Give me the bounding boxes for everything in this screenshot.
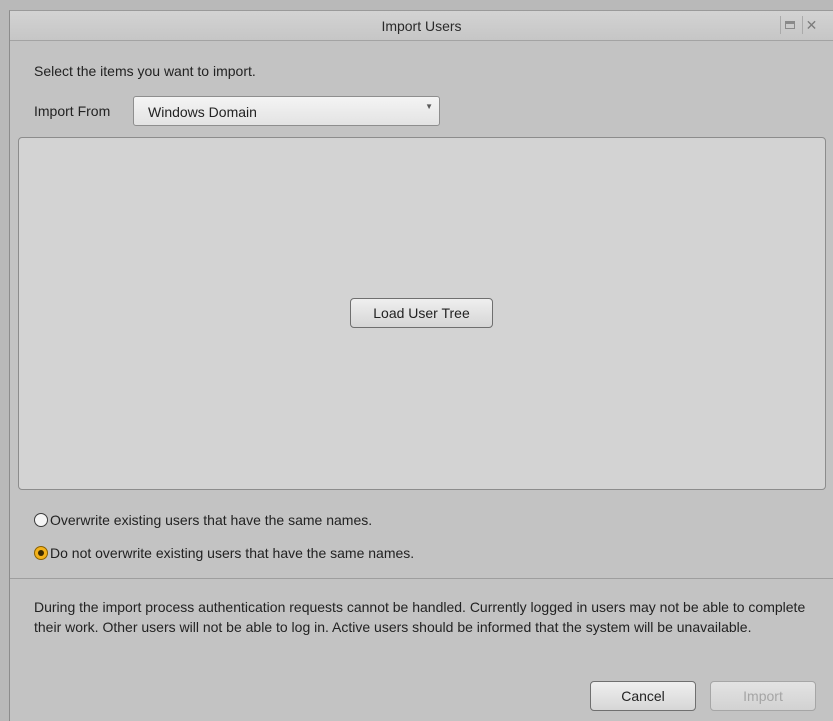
- divider: [10, 578, 833, 579]
- do-not-overwrite-option-label: Do not overwrite existing users that hav…: [50, 545, 415, 561]
- overwrite-option-label: Overwrite existing users that have the s…: [50, 512, 373, 528]
- instruction-text: Select the items you want to import.: [34, 63, 256, 79]
- restore-icon[interactable]: [780, 16, 798, 34]
- import-from-select[interactable]: Windows Domain ▼: [133, 96, 440, 126]
- import-users-dialog: Import Users ✕ Select the items you want…: [9, 10, 833, 721]
- cancel-button[interactable]: Cancel: [590, 681, 696, 711]
- do-not-overwrite-option[interactable]: Do not overwrite existing users that hav…: [34, 545, 414, 561]
- user-tree-panel: Load User Tree: [18, 137, 826, 490]
- import-from-label: Import From: [34, 103, 111, 119]
- import-from-value: Windows Domain: [148, 104, 257, 120]
- window-title: Import Users: [381, 18, 462, 34]
- load-user-tree-button[interactable]: Load User Tree: [350, 298, 493, 328]
- radio-unchecked-icon[interactable]: [34, 513, 48, 527]
- chevron-down-icon: ▼: [425, 102, 433, 111]
- close-icon[interactable]: ✕: [802, 16, 820, 34]
- radio-checked-icon[interactable]: [34, 546, 48, 560]
- info-text: During the import process authentication…: [34, 599, 806, 635]
- import-button[interactable]: Import: [710, 681, 816, 711]
- overwrite-option[interactable]: Overwrite existing users that have the s…: [34, 512, 372, 528]
- title-bar[interactable]: Import Users ✕: [10, 11, 833, 41]
